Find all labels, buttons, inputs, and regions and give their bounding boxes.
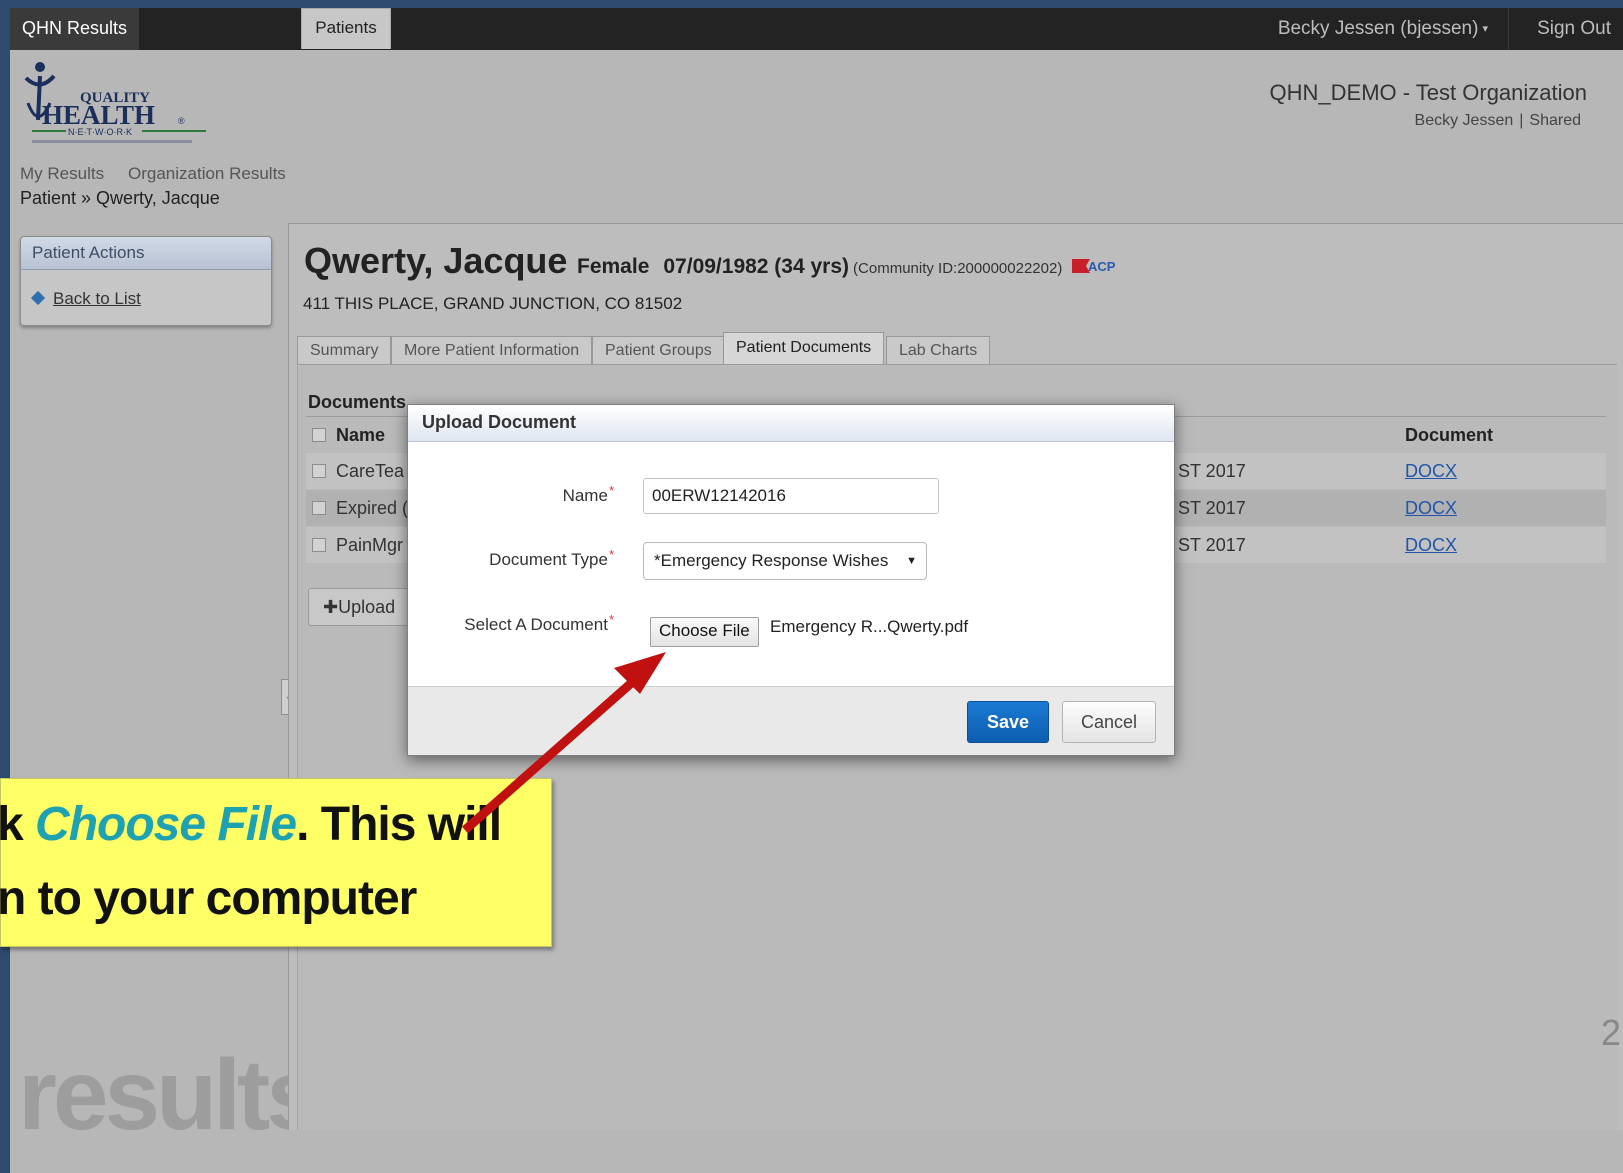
- nav-patients[interactable]: Patients: [301, 8, 391, 49]
- user-menu[interactable]: Becky Jessen (bjessen) ▾: [1278, 8, 1488, 50]
- nav-my-results[interactable]: My Results: [20, 164, 104, 184]
- svg-text:N·E·T·W·O·R·K: N·E·T·W·O·R·K: [68, 127, 132, 137]
- org-user-info: Becky Jessen | Shared: [1414, 112, 1581, 129]
- svg-text:®: ®: [178, 116, 185, 126]
- document-type-label: Document Type*: [489, 547, 614, 570]
- document-name: CareTea: [336, 461, 405, 481]
- document-link[interactable]: DOCX: [1405, 498, 1457, 519]
- back-arrow-icon: [30, 290, 46, 306]
- document-link[interactable]: DOCX: [1405, 535, 1457, 556]
- org-user-name: Becky Jessen: [1414, 112, 1514, 129]
- svg-text:HEALTH: HEALTH: [42, 100, 155, 130]
- callout-prefix: k: [0, 798, 36, 851]
- instruction-callout: k Choose File. This will n to your compu…: [0, 778, 552, 947]
- page-footer: [10, 1130, 1623, 1173]
- caret-down-icon: ▾: [1482, 23, 1488, 35]
- back-to-list-label: Back to List: [53, 289, 141, 308]
- patient-address: 411 THIS PLACE, GRAND JUNCTION, CO 81502: [303, 294, 683, 313]
- document-type-select[interactable]: *Emergency Response Wishes ▼: [643, 542, 927, 580]
- community-id: (Community ID:200000022202): [853, 260, 1063, 277]
- document-type-value: *Emergency Response Wishes: [654, 551, 889, 570]
- documents-title: Documents: [308, 392, 407, 412]
- document-name: Expired (: [336, 498, 409, 518]
- column-header-name[interactable]: Name: [336, 425, 385, 446]
- tab-more-patient-information[interactable]: More Patient Information: [391, 336, 593, 365]
- quality-health-network-logo: QUALITY HEALTH ® N·E·T·W·O·R·K: [24, 62, 206, 143]
- patient-actions-panel: Patient Actions Back to List: [20, 236, 272, 326]
- nav-organization-results[interactable]: Organization Results: [128, 164, 286, 184]
- selected-file-name: Emergency R...Qwerty.pdf: [770, 617, 969, 636]
- back-to-list-link[interactable]: Back to List: [30, 289, 141, 309]
- tab-lab-charts[interactable]: Lab Charts: [886, 336, 991, 365]
- document-date: ST 2017: [1178, 535, 1246, 555]
- svg-text:ACP: ACP: [1088, 259, 1116, 274]
- dialog-title: Upload Document: [408, 405, 1174, 442]
- required-marker: *: [608, 547, 614, 562]
- row-checkbox[interactable]: [312, 464, 326, 478]
- select-document-label-text: Select A Document: [464, 615, 608, 634]
- slide-page-number: 2: [1600, 1012, 1621, 1053]
- tab-summary[interactable]: Summary: [297, 336, 392, 365]
- sign-out-link[interactable]: Sign Out: [1508, 8, 1623, 50]
- upload-document-dialog: Upload Document Name* Document Type* *Em…: [407, 404, 1175, 756]
- required-marker: *: [608, 483, 614, 498]
- org-user-scope: Shared: [1529, 112, 1581, 129]
- tabs-divider: [297, 364, 1617, 365]
- top-bar: QHN Results Becky Jessen (bjessen) ▾ Sign…: [10, 8, 1623, 50]
- dialog-footer: Save Cancel: [408, 686, 1174, 755]
- save-button[interactable]: Save: [967, 701, 1049, 743]
- upload-button-label: Upload: [338, 597, 396, 617]
- dropdown-arrow-icon: ▼: [906, 555, 917, 567]
- callout-line-1: k Choose File. This will: [0, 797, 502, 852]
- app-name[interactable]: QHN Results: [10, 8, 140, 50]
- callout-line-2: n to your computer: [0, 872, 417, 925]
- row-checkbox[interactable]: [312, 538, 326, 552]
- callout-suffix: . This will: [296, 798, 502, 851]
- select-document-label: Select A Document*: [464, 612, 614, 635]
- name-field-label: Name*: [563, 483, 614, 506]
- name-label-text: Name: [562, 486, 608, 505]
- callout-accent: Choose File: [35, 798, 297, 851]
- patient-sex: Female: [577, 255, 650, 278]
- cancel-button[interactable]: Cancel: [1062, 701, 1156, 743]
- tab-patient-documents[interactable]: Patient Documents: [723, 332, 885, 365]
- document-name: PainMgr: [336, 535, 404, 555]
- organization-name: QHN_DEMO - Test Organization: [1269, 80, 1587, 105]
- choose-file-button[interactable]: Choose File: [650, 617, 759, 647]
- column-header-document[interactable]: Document: [1405, 425, 1493, 446]
- tab-patient-groups[interactable]: Patient Groups: [592, 336, 725, 365]
- name-input[interactable]: [643, 478, 939, 514]
- acp-flag-icon: ACP: [1072, 259, 1116, 274]
- plus-icon: ✚: [323, 597, 339, 617]
- upload-button[interactable]: ✚Upload: [308, 588, 411, 626]
- document-date: ST 2017: [1178, 498, 1246, 518]
- app-frame: QHN Results Becky Jessen (bjessen) ▾ Sign…: [10, 8, 1623, 1173]
- document-type-label-text: Document Type: [489, 550, 608, 569]
- patient-actions-title: Patient Actions: [21, 237, 271, 270]
- document-link[interactable]: DOCX: [1405, 461, 1457, 482]
- row-checkbox[interactable]: [312, 501, 326, 515]
- user-menu-label: Becky Jessen (bjessen): [1277, 18, 1479, 39]
- select-all-checkbox[interactable]: [312, 428, 326, 442]
- patient-name: Qwerty, Jacque: [304, 240, 568, 281]
- document-date: ST 2017: [1178, 461, 1246, 481]
- required-marker: *: [608, 612, 614, 627]
- patient-dob: 07/09/1982 (34 yrs): [663, 255, 850, 278]
- patient-meta: Female 07/09/1982 (34 yrs) (Community ID:2…: [577, 255, 1120, 279]
- breadcrumb: Patient » Qwerty, Jacque: [20, 188, 220, 208]
